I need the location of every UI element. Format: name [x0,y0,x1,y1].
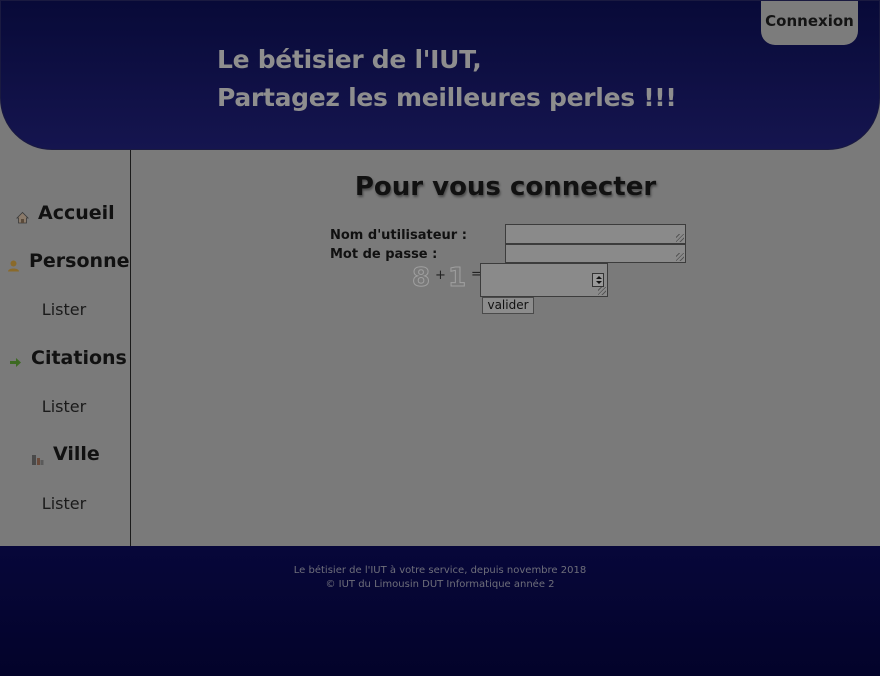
site-title: Le bétisier de l'IUT, Partagez les meill… [217,41,677,117]
password-field[interactable] [505,244,686,263]
captcha-operator: + [435,268,446,283]
site-footer: Le bétisier de l'IUT à votre service, de… [0,546,880,676]
sidebar-subitem-citations-lister[interactable]: Lister [0,397,128,416]
sidebar-item-citations[interactable]: Citations [9,347,127,369]
arrow-right-icon [9,352,22,367]
number-spinner[interactable] [592,273,604,287]
username-label: Nom d'utilisateur : [330,228,467,243]
site-header: Le bétisier de l'IUT, Partagez les meill… [0,0,880,150]
captcha-digit-b: 1 [447,263,467,294]
username-field[interactable] [505,224,686,244]
site-title-line2: Partagez les meilleures perles !!! [217,83,677,112]
captcha-digit-a: 8 [411,263,431,294]
site-title-line1: Le bétisier de l'IUT, [217,45,482,74]
login-tab[interactable]: Connexion [761,1,858,45]
sidebar-subitem-personne-lister[interactable]: Lister [0,300,128,319]
resize-grip-icon [676,234,684,242]
submit-button[interactable]: valider [482,297,534,314]
password-label: Mot de passe : [330,247,438,262]
sidebar-menu: Accueil Personne Lister Citations Lister… [0,150,131,546]
sidebar-item-personne[interactable]: Personne [7,250,129,272]
page-title: Pour vous connecter [354,172,657,202]
sidebar-item-label: Citations [31,347,127,369]
sidebar-item-accueil[interactable]: Accueil [16,202,115,224]
footer-line-2: © IUT du Limousin DUT Informatique année… [325,579,555,590]
resize-grip-icon [676,253,684,261]
footer-line-1: Le bétisier de l'IUT à votre service, de… [293,565,587,576]
sidebar-item-label: Ville [53,443,100,465]
sidebar-item-ville[interactable]: Ville [31,443,100,465]
city-icon [31,448,44,465]
person-icon [7,255,20,271]
sidebar-item-label: Accueil [38,202,115,224]
main-content: Pour vous connecter Nom d'utilisateur : … [131,150,880,546]
home-icon [16,207,29,223]
sidebar-item-label: Personne [29,250,130,272]
resize-grip-icon [598,287,606,295]
captcha-answer-field[interactable] [480,263,608,297]
sidebar-subitem-ville-lister[interactable]: Lister [0,494,128,513]
